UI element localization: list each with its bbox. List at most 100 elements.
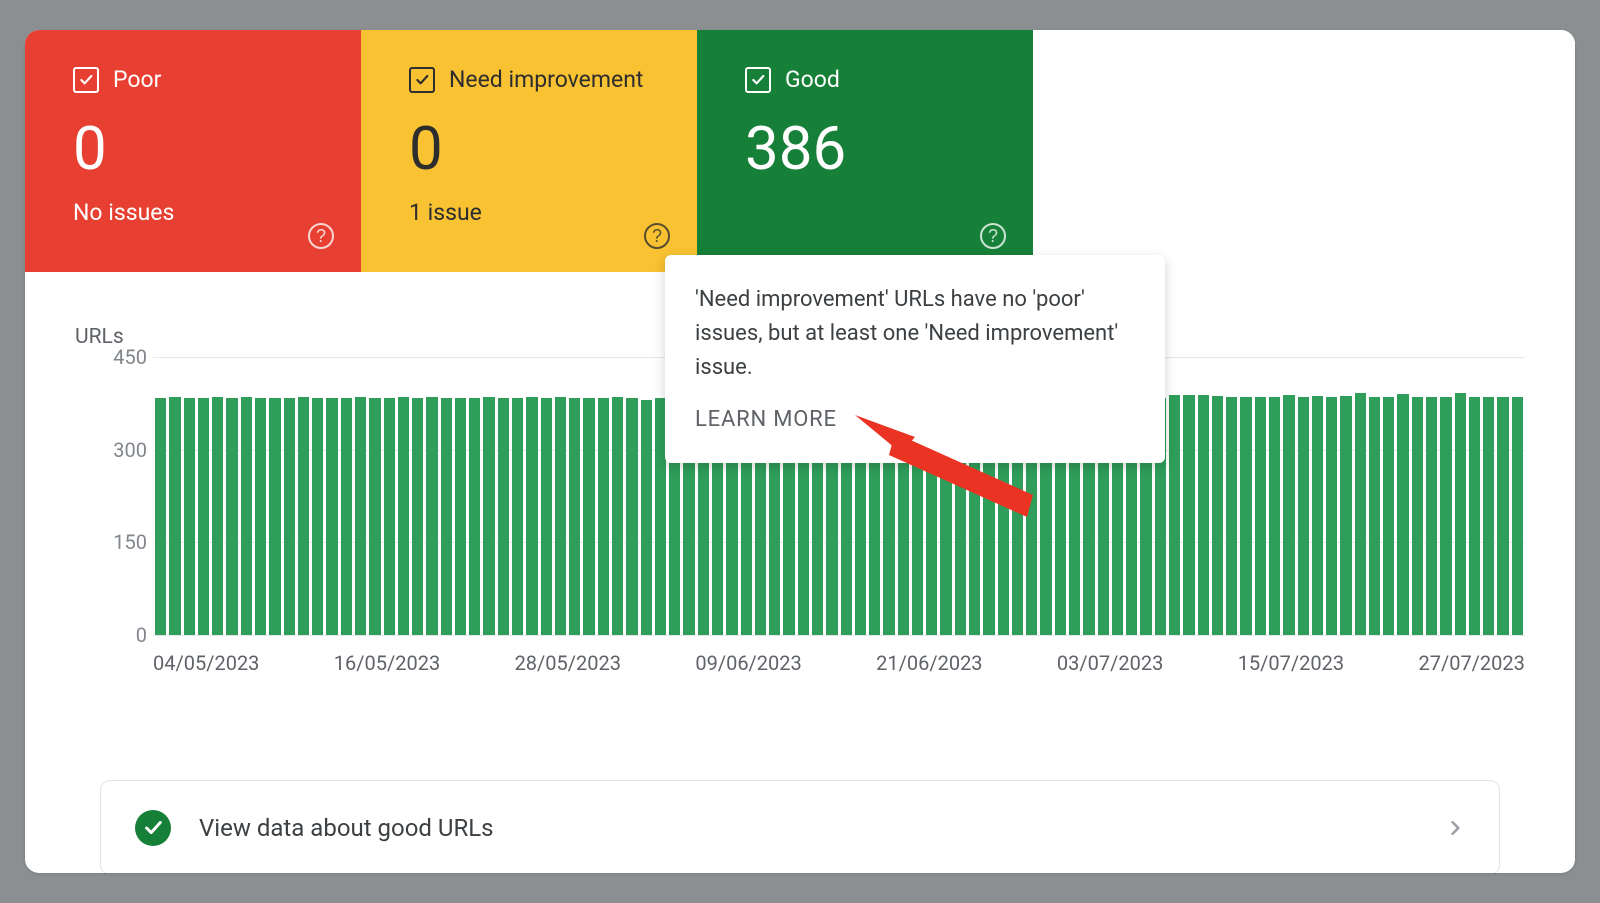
chart-bar[interactable] (255, 398, 266, 635)
chart-bar[interactable] (369, 398, 380, 635)
chart-bar[interactable] (1240, 397, 1251, 635)
chart-bar[interactable] (1483, 397, 1494, 635)
cwv-card: Poor 0 No issues ? Need improvement 0 1 … (25, 30, 1575, 873)
chart-bar[interactable] (184, 398, 195, 635)
chart-bar[interactable] (1426, 397, 1437, 635)
learn-more-link[interactable]: LEARN MORE (695, 403, 1135, 437)
chart-bar[interactable] (312, 398, 323, 635)
chart-bar[interactable] (583, 398, 594, 635)
svg-text:?: ? (316, 226, 326, 246)
chart-bar[interactable] (1298, 397, 1309, 635)
chart-bar[interactable] (198, 398, 209, 635)
chart-bar[interactable] (598, 398, 609, 635)
chart-bar[interactable] (269, 398, 280, 635)
chart-bar[interactable] (241, 397, 252, 635)
chart-bar[interactable] (1183, 395, 1194, 635)
chevron-right-icon (1445, 818, 1465, 838)
help-icon[interactable]: ? (979, 222, 1007, 250)
chart-bar[interactable] (341, 398, 352, 635)
tooltip-text: 'Need improvement' URLs have no 'poor' i… (695, 283, 1135, 385)
chart-bar[interactable] (1226, 397, 1237, 635)
chart-bar[interactable] (1255, 397, 1266, 635)
chart-bar[interactable] (284, 398, 295, 635)
chart-bar[interactable] (555, 397, 566, 635)
svg-text:?: ? (988, 226, 998, 246)
card-need-label: Need improvement (449, 66, 643, 93)
chart-bar[interactable] (1455, 393, 1466, 635)
y-tick: 300 (103, 438, 147, 462)
checkbox-checked-icon (745, 67, 771, 93)
card-poor-value: 0 (73, 119, 321, 179)
view-good-urls-label: View data about good URLs (199, 814, 1445, 842)
y-tick: 0 (103, 623, 147, 647)
card-poor[interactable]: Poor 0 No issues ? (25, 30, 361, 272)
chart-bar[interactable] (612, 397, 623, 635)
chart-bar[interactable] (169, 397, 180, 635)
chart-bar[interactable] (1355, 393, 1366, 635)
check-circle-icon (135, 810, 171, 846)
tooltip-need-improvement: 'Need improvement' URLs have no 'poor' i… (665, 255, 1165, 463)
help-icon[interactable]: ? (643, 222, 671, 250)
chart-bar[interactable] (1440, 397, 1451, 635)
chart-bar[interactable] (1383, 397, 1394, 635)
card-poor-sub: No issues (73, 199, 321, 226)
chart-bar[interactable] (1340, 396, 1351, 635)
chart-bar[interactable] (526, 397, 537, 635)
card-good-value: 386 (745, 119, 993, 179)
svg-text:?: ? (652, 226, 662, 246)
chart-bar[interactable] (483, 397, 494, 635)
chart-bar[interactable] (1269, 397, 1280, 635)
chart-bar[interactable] (298, 397, 309, 635)
x-tick: 04/05/2023 (153, 651, 259, 675)
chart-bar[interactable] (1169, 395, 1180, 635)
chart-bar[interactable] (426, 397, 437, 635)
chart-bar[interactable] (498, 398, 509, 635)
chart-bar[interactable] (384, 398, 395, 635)
chart-bar[interactable] (1326, 397, 1337, 635)
chart-bar[interactable] (412, 398, 423, 635)
chart-bar[interactable] (512, 398, 523, 635)
card-need-value: 0 (409, 119, 657, 179)
x-tick: 15/07/2023 (1238, 651, 1344, 675)
chart-bar[interactable] (1397, 394, 1408, 635)
view-good-urls-row[interactable]: View data about good URLs (100, 780, 1500, 873)
x-tick: 28/05/2023 (515, 651, 621, 675)
chart-bar[interactable] (626, 398, 637, 635)
chart-bar[interactable] (541, 398, 552, 635)
chart-bar[interactable] (212, 397, 223, 635)
card-need-sub: 1 issue (409, 199, 657, 226)
chart-bar[interactable] (641, 400, 652, 635)
card-good-label: Good (785, 66, 840, 93)
chart-bar[interactable] (326, 398, 337, 635)
checkbox-checked-icon (73, 67, 99, 93)
chart-bar[interactable] (1312, 396, 1323, 635)
chart-x-ticks: 04/05/202316/05/202328/05/202309/06/2023… (153, 651, 1525, 675)
card-poor-label: Poor (113, 66, 161, 93)
chart-bar[interactable] (1283, 395, 1294, 635)
x-tick: 16/05/2023 (334, 651, 440, 675)
chart-bar[interactable] (469, 398, 480, 635)
chart-bar[interactable] (1212, 396, 1223, 635)
chart-bar[interactable] (1469, 397, 1480, 635)
chart-bar[interactable] (1198, 395, 1209, 635)
status-cards-row: Poor 0 No issues ? Need improvement 0 1 … (25, 30, 1575, 272)
chart-bar[interactable] (226, 398, 237, 635)
y-tick: 150 (103, 530, 147, 554)
chart-bar[interactable] (155, 398, 166, 635)
chart-bar[interactable] (1497, 397, 1508, 635)
chart-bar[interactable] (355, 397, 366, 635)
chart-bar[interactable] (1369, 397, 1380, 635)
chart-bar[interactable] (1512, 397, 1523, 635)
chart-bar[interactable] (569, 398, 580, 635)
chart-bar[interactable] (1412, 397, 1423, 635)
help-icon[interactable]: ? (307, 222, 335, 250)
card-need-improvement[interactable]: Need improvement 0 1 issue ? (361, 30, 697, 272)
card-good[interactable]: Good 386 ? (697, 30, 1033, 272)
x-tick: 21/06/2023 (876, 651, 982, 675)
checkbox-checked-icon (409, 67, 435, 93)
card-spacer (1033, 30, 1575, 272)
chart-bar[interactable] (398, 397, 409, 635)
chart-bar[interactable] (441, 398, 452, 635)
x-tick: 03/07/2023 (1057, 651, 1163, 675)
chart-bar[interactable] (455, 398, 466, 635)
